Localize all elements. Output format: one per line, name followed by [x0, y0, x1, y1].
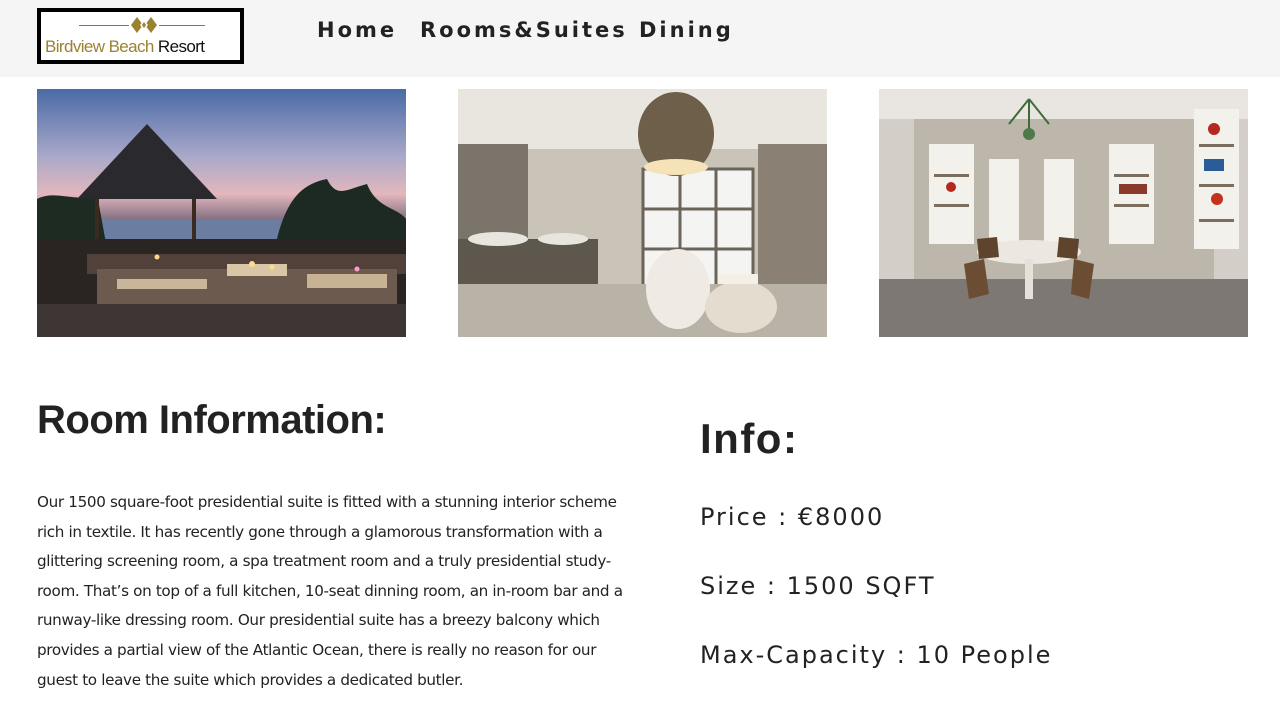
- room-price: Price : €8000: [700, 503, 885, 531]
- gallery-photo-bathroom[interactable]: [458, 89, 827, 337]
- room-description: Our 1500 square-foot presidential suite …: [37, 493, 623, 689]
- info-heading: Info:: [700, 415, 799, 462]
- bathroom-image: [458, 89, 827, 337]
- logo-name-gold: Birdview Beach: [45, 37, 154, 56]
- gallery-photo-study[interactable]: [879, 89, 1248, 337]
- room-information-heading: Room Information:: [37, 398, 387, 442]
- nav-dining[interactable]: Dining: [639, 18, 734, 42]
- logo-rule-left: [79, 25, 129, 26]
- room-size: Size : 1500 SQFT: [700, 572, 936, 600]
- gallery-photo-terrace[interactable]: [37, 89, 406, 337]
- logo-name-black: Resort: [157, 37, 205, 56]
- nav-home[interactable]: Home: [317, 18, 397, 42]
- resort-logo[interactable]: Birdview Beach Resort: [37, 8, 244, 64]
- terrace-image: [37, 89, 406, 337]
- room-max-capacity: Max-Capacity : 10 People: [700, 641, 1053, 669]
- nav-rooms-suites[interactable]: Rooms&Suites: [420, 18, 628, 42]
- logo-wordmark: Birdview Beach Resort: [45, 37, 245, 57]
- logo-rule-right: [159, 25, 205, 26]
- site-header: Birdview Beach Resort Home Rooms&Suites …: [0, 0, 1280, 77]
- logo-diamond-icon: [131, 17, 157, 33]
- study-room-image: [879, 89, 1248, 337]
